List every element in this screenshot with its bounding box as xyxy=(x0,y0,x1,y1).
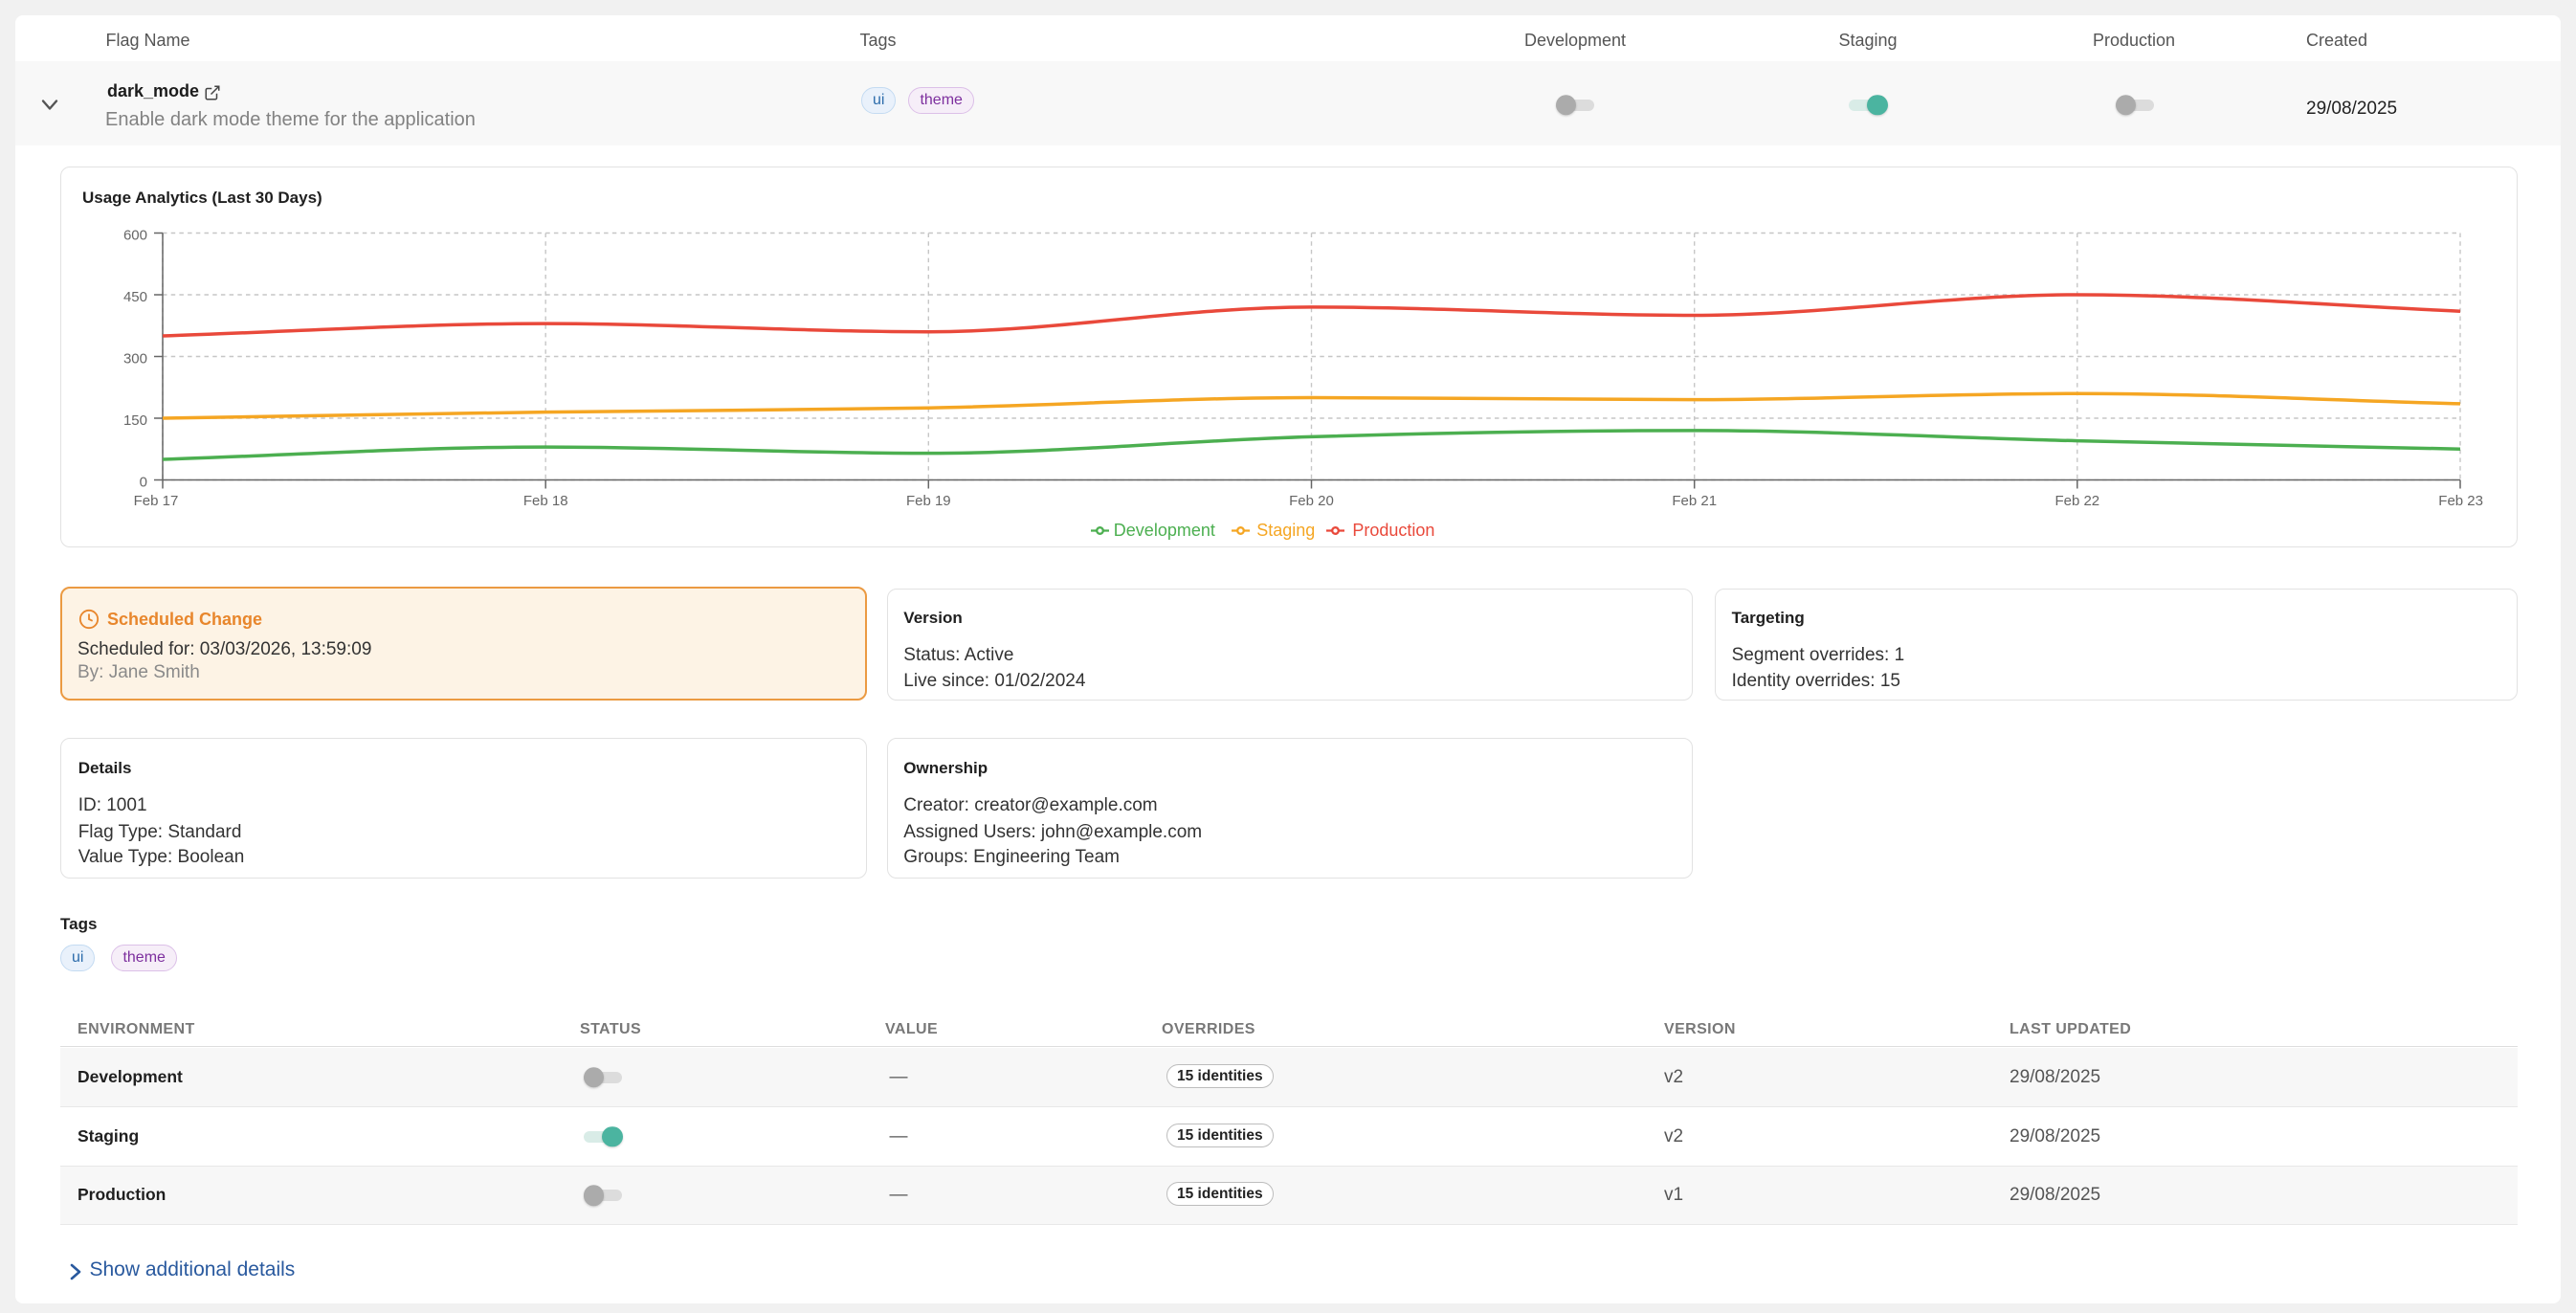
svg-text:Feb 22: Feb 22 xyxy=(2054,493,2099,509)
svg-text:Feb 21: Feb 21 xyxy=(1672,493,1717,509)
svg-text:300: 300 xyxy=(123,351,147,367)
svg-text:450: 450 xyxy=(123,289,147,305)
svg-text:Feb 23: Feb 23 xyxy=(2438,493,2483,509)
svg-text:600: 600 xyxy=(123,228,147,244)
svg-text:Feb 18: Feb 18 xyxy=(523,493,568,509)
svg-text:0: 0 xyxy=(140,475,147,491)
svg-text:Feb 17: Feb 17 xyxy=(134,493,179,509)
svg-text:Feb 20: Feb 20 xyxy=(1289,493,1334,509)
svg-text:Feb 19: Feb 19 xyxy=(906,493,951,509)
svg-text:150: 150 xyxy=(123,412,147,429)
